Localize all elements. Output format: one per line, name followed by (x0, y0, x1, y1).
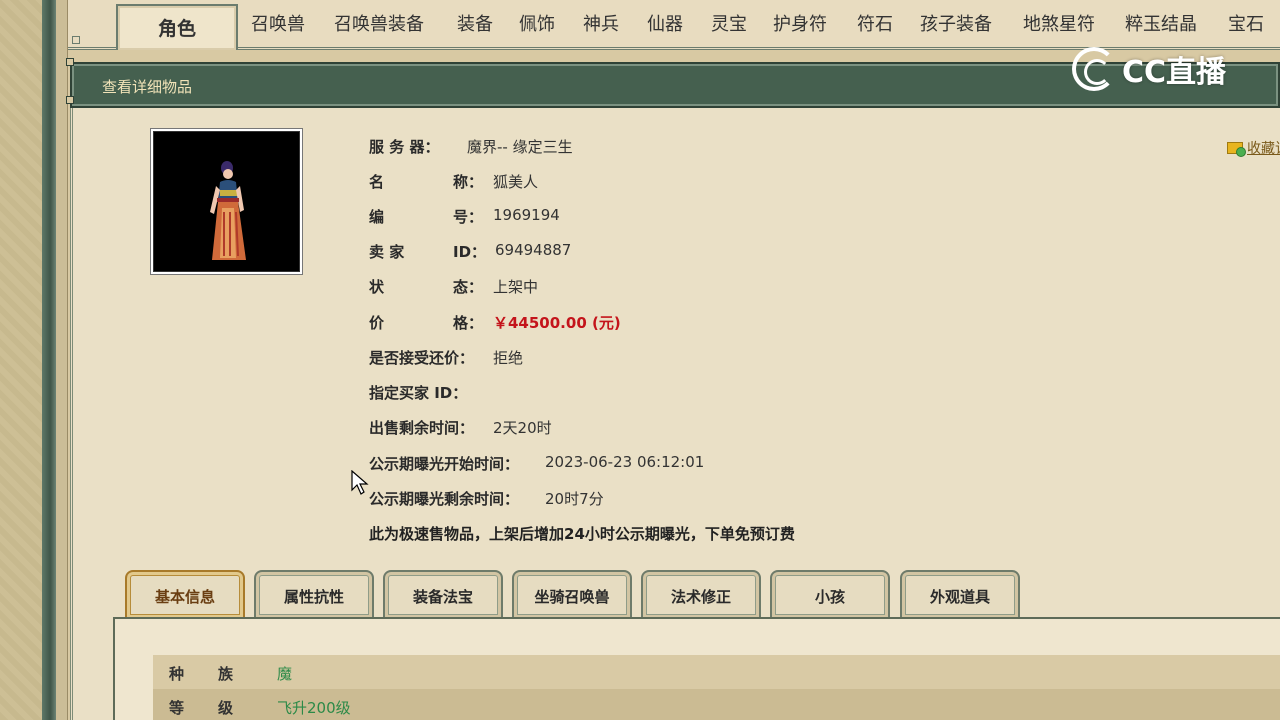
attribute-table: 种族 魔 等级 飞升200级 (153, 655, 1280, 720)
left-wallpaper (0, 0, 42, 720)
subtab-equipment-treasure[interactable]: 装备法宝 (383, 570, 503, 618)
category-tabbar: 角色 召唤兽 召唤兽装备 装备 佩饰 神兵 仙器 灵宝 护身符 符石 孩子装备 … (68, 0, 1280, 50)
tab-summon-beast[interactable]: 召唤兽 (251, 10, 305, 42)
seller-id-value: 69494887 (495, 241, 572, 259)
table-row: 种族 魔 (153, 655, 1280, 689)
attr-key-level: 等级 (169, 699, 268, 717)
tab-gem[interactable]: 宝石 (1228, 10, 1264, 42)
status-value: 上架中 (493, 278, 539, 296)
subtab-mount-summon[interactable]: 坐骑召唤兽 (512, 570, 632, 618)
remaining-time-label: 出售剩余时间： (369, 419, 475, 437)
table-row: 等级 飞升200级 (153, 689, 1280, 720)
tabbar-corner-ornament (72, 36, 80, 44)
server-value: 魔界-- 缘定三生 (467, 138, 573, 156)
public-remaining-value: 20时7分 (545, 490, 604, 508)
tab-jade-crystal[interactable]: 粹玉结晶 (1125, 10, 1197, 42)
mouse-cursor-icon (351, 470, 369, 495)
tab-spirit-treasure[interactable]: 灵宝 (711, 10, 747, 42)
tab-star-talisman[interactable]: 地煞星符 (1023, 10, 1095, 42)
name-label-suffix: 称： (453, 173, 484, 191)
tab-immortal-artifact[interactable]: 仙器 (647, 10, 683, 42)
name-label: 名 (369, 173, 385, 191)
character-portrait (150, 128, 303, 275)
subtab-basic-info[interactable]: 基本信息 (125, 570, 245, 618)
basic-info-content: 种族 魔 等级 飞升200级 (113, 617, 1280, 720)
seller-label: 卖 家 (369, 243, 405, 261)
item-detail-panel: 服 务 器： 魔界-- 缘定三生 名 称： 狐美人 编 号： 1969194 卖… (70, 108, 1280, 720)
logo-text: CC直播 (1122, 55, 1227, 90)
price-row: 价 格： ￥44500.00 (元) (369, 312, 621, 332)
buyer-id-label: 指定买家 ID： (369, 384, 468, 402)
seller-label-suffix: ID： (453, 243, 487, 261)
character-figure-icon (210, 161, 246, 260)
status-label: 状 (369, 278, 385, 296)
subtab-appearance-items[interactable]: 外观道具 (900, 570, 1020, 618)
number-row: 编 号： 1969194 (369, 206, 560, 226)
tab-child-equipment[interactable]: 孩子装备 (920, 10, 992, 42)
attr-value-level: 飞升200级 (277, 699, 351, 717)
name-row: 名 称： 狐美人 (369, 171, 538, 191)
price-label-suffix: 格： (453, 314, 484, 332)
tab-runestone[interactable]: 符石 (857, 10, 893, 42)
subtab-attributes[interactable]: 属性抗性 (254, 570, 374, 618)
public-remaining-label: 公示期曝光剩余时间： (369, 490, 520, 508)
number-label-suffix: 号： (453, 208, 484, 226)
add-favorite-icon (1227, 142, 1246, 157)
server-label: 服 务 器： (369, 138, 440, 156)
counter-offer-value: 拒绝 (493, 349, 524, 367)
fast-sale-notice: 此为极速售物品，上架后增加24小时公示期曝光，下单免预订费 (369, 525, 795, 543)
subtab-child[interactable]: 小孩 (770, 570, 890, 618)
seller-row: 卖 家 ID： 69494887 (369, 241, 571, 261)
tab-role[interactable]: 角色 (116, 4, 238, 50)
number-value: 1969194 (493, 206, 560, 224)
remaining-time-row: 出售剩余时间： 2天20时 (369, 417, 552, 437)
counter-offer-label: 是否接受还价： (369, 349, 475, 367)
counter-offer-row: 是否接受还价： 拒绝 (369, 347, 523, 367)
tab-summon-equipment[interactable]: 召唤兽装备 (334, 10, 424, 42)
header-corner-ornament (66, 96, 74, 104)
number-label: 编 (369, 208, 385, 226)
left-frame (42, 0, 56, 720)
tab-divine-weapon[interactable]: 神兵 (583, 10, 619, 42)
price-value: ￥44500.00 (元) (493, 314, 621, 332)
public-start-row: 公示期曝光开始时间： 2023-06-23 06:12:01 (369, 453, 704, 473)
favorite-label: 收藏该 (1247, 141, 1280, 157)
public-remaining-row: 公示期曝光剩余时间： 20时7分 (369, 488, 604, 508)
public-start-value: 2023-06-23 06:12:01 (545, 453, 705, 471)
name-value: 狐美人 (493, 173, 539, 191)
status-row: 状 态： 上架中 (369, 276, 538, 296)
cc-live-logo: CC直播 (1072, 46, 1226, 92)
buyer-id-row: 指定买家 ID： (369, 382, 467, 402)
header-corner-ornament (66, 58, 74, 66)
price-label: 价 (369, 314, 385, 332)
cc-logo-icon (1072, 47, 1116, 91)
status-label-suffix: 态： (453, 278, 484, 296)
favorite-link[interactable]: 收藏该 (1227, 138, 1280, 158)
public-start-label: 公示期曝光开始时间： (369, 455, 520, 473)
portrait-image (153, 131, 300, 272)
subtab-spell-correction[interactable]: 法术修正 (641, 570, 761, 618)
server-row: 服 务 器： 魔界-- 缘定三生 (369, 136, 573, 156)
tab-amulet[interactable]: 护身符 (773, 10, 827, 42)
attr-key-race: 种族 (169, 665, 268, 683)
tab-accessory[interactable]: 佩饰 (519, 10, 555, 42)
left-frame-inner (56, 0, 68, 720)
page-title: 查看详细物品 (102, 78, 193, 96)
remaining-time-value: 2天20时 (493, 419, 552, 437)
tab-equipment[interactable]: 装备 (457, 10, 493, 42)
attr-value-race: 魔 (277, 665, 293, 683)
